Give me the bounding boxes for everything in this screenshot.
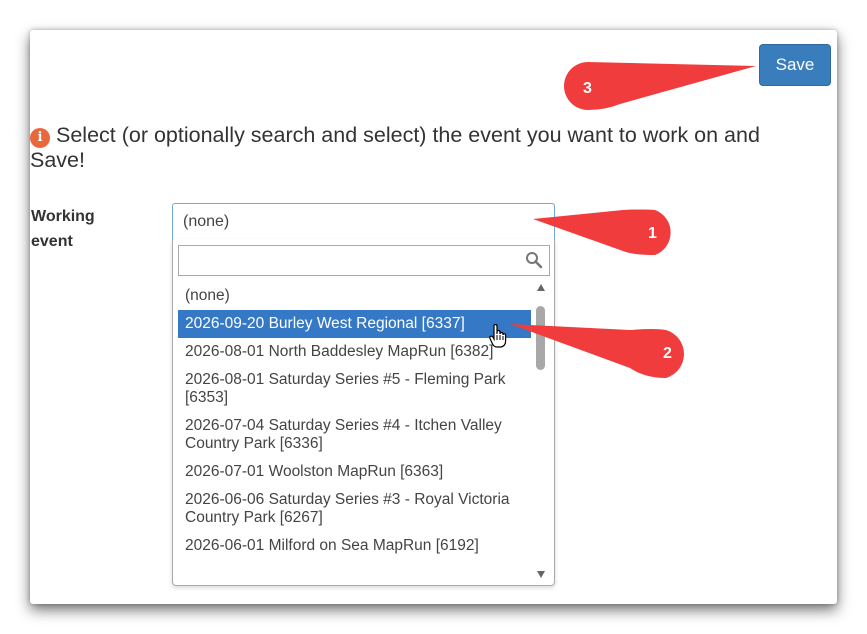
scroll-up-icon[interactable]	[536, 283, 546, 293]
callout-3-label: 3	[583, 80, 592, 97]
scroll-down-icon[interactable]	[536, 569, 546, 579]
option-milford-on-sea[interactable]: 2026-06-01 Milford on Sea MapRun [6192]	[178, 532, 531, 560]
option-north-baddesley[interactable]: 2026-08-01 North Baddesley MapRun [6382]	[178, 338, 531, 366]
event-dropdown: (none) 2026-09-20 Burley West Regional […	[172, 239, 555, 586]
working-event-label: Working event	[31, 208, 95, 250]
option-none[interactable]: (none)	[178, 282, 531, 310]
callout-1	[533, 209, 671, 255]
info-icon: i	[30, 128, 50, 148]
options-list: (none) 2026-09-20 Burley West Regional […	[178, 282, 531, 560]
option-burley-west[interactable]: 2026-09-20 Burley West Regional [6337]	[178, 310, 531, 338]
option-itchen-valley[interactable]: 2026-07-04 Saturday Series #4 - Itchen V…	[178, 412, 531, 458]
info-message: i Select (or optionally search and select…	[30, 123, 820, 172]
hand-cursor-icon	[489, 324, 507, 348]
working-event-select[interactable]: (none)	[172, 203, 555, 240]
option-fleming-park[interactable]: 2026-08-01 Saturday Series #5 - Fleming …	[178, 366, 531, 412]
callout-2-label: 2	[663, 345, 672, 362]
event-search-input[interactable]	[183, 246, 517, 276]
save-button[interactable]: Save	[759, 44, 831, 86]
dropdown-search-box[interactable]	[178, 245, 550, 276]
info-text: Select (or optionally search and select)…	[30, 123, 760, 172]
dialog-panel: Save i Select (or optionally search and s…	[30, 30, 837, 604]
option-royal-victoria[interactable]: 2026-06-06 Saturday Series #3 - Royal Vi…	[178, 486, 531, 532]
option-woolston[interactable]: 2026-07-01 Woolston MapRun [6363]	[178, 458, 531, 486]
callout-1-label: 1	[648, 225, 657, 242]
